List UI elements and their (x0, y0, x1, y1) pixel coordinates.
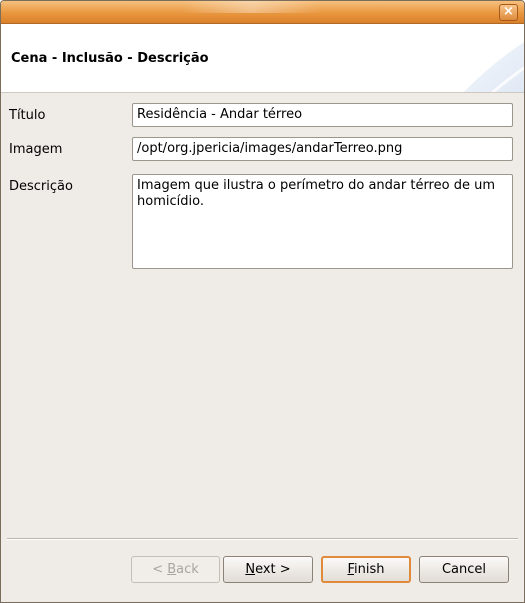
window-titlebar[interactable]: × (1, 1, 524, 24)
finish-label-rest: inish (354, 562, 385, 577)
wizard-header: Cena - Inclusão - Descrição (1, 24, 524, 93)
titlebar-shine (181, 1, 321, 13)
titulo-field[interactable]: Residência - Andar térreo (132, 103, 513, 127)
close-icon[interactable]: × (499, 4, 518, 21)
imagem-field[interactable]: /opt/org.jpericia/images/andarTerreo.png (132, 137, 513, 161)
page-title: Cena - Inclusão - Descrição (11, 51, 209, 66)
back-label-prefix: < (152, 562, 168, 577)
descricao-textarea[interactable]: Imagem que ilustra o perímetro do andar … (132, 174, 513, 269)
titulo-label: Título (9, 108, 46, 123)
descricao-label: Descrição (9, 179, 73, 194)
next-label-mnemonic: N (245, 562, 256, 577)
next-button[interactable]: Next > (223, 556, 313, 583)
wizard-window: × Cena - Inclusão - Descrição Título Res… (0, 0, 525, 603)
cancel-button[interactable]: Cancel (419, 556, 509, 583)
finish-button[interactable]: Finish (321, 556, 411, 583)
next-label-rest: ext > (255, 562, 291, 577)
back-label-mnemonic: B (167, 562, 177, 577)
back-label-rest: ack (176, 562, 199, 577)
back-button[interactable]: < Back (131, 556, 220, 583)
header-swoosh-decoration (463, 42, 524, 92)
footer-separator (7, 538, 518, 540)
imagem-label: Imagem (9, 142, 63, 157)
